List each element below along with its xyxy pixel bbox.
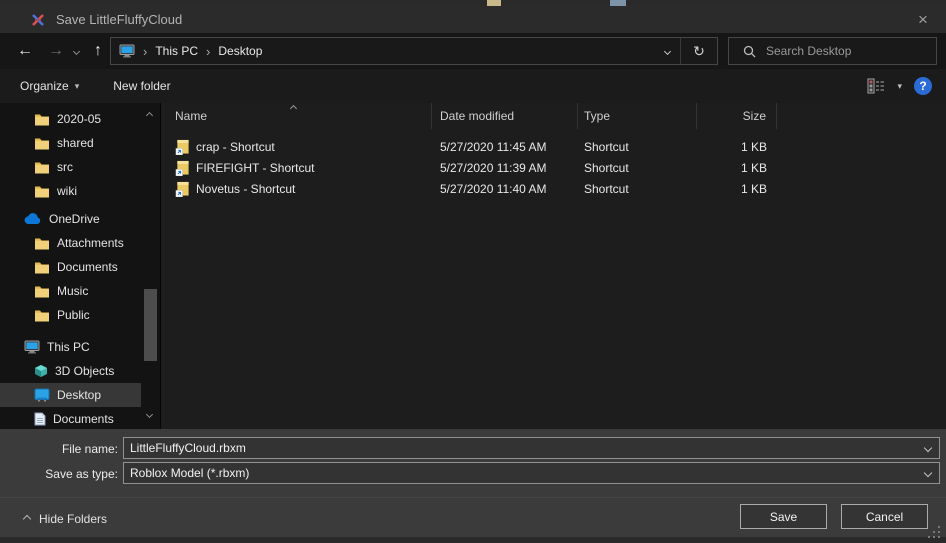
main-area: 2020-05 shared src wiki OneDrive Attachm… [0, 103, 946, 429]
organize-button[interactable]: Organize ▾ [20, 79, 79, 93]
cancel-button[interactable]: Cancel [841, 504, 928, 529]
search-box[interactable] [728, 37, 937, 65]
column-headers: Name Date modified Type Size [161, 103, 946, 129]
breadcrumb-separator: › [198, 44, 218, 59]
document-icon [34, 412, 46, 426]
cube-icon [34, 364, 48, 378]
cloud-icon [24, 213, 42, 225]
save-as-type-value: Roblox Model (*.rbxm) [124, 466, 917, 480]
sidebar-item-documents-onedrive[interactable]: Documents [0, 255, 141, 279]
search-icon [743, 45, 756, 58]
save-button[interactable]: Save [740, 504, 827, 529]
close-icon[interactable]: × [900, 6, 946, 33]
novetus-app-icon [30, 12, 46, 28]
history-chevron-icon[interactable] [68, 33, 84, 69]
column-header-type[interactable]: Type [578, 103, 697, 129]
file-name-field[interactable] [123, 437, 940, 459]
monitor-icon [24, 340, 40, 354]
folder-icon [34, 309, 50, 322]
views-chevron-icon[interactable]: ▾ [897, 81, 902, 92]
divider [0, 497, 946, 498]
navigation-bar: ← → ↑ › This PC › Desktop ↻ [0, 33, 946, 69]
refresh-icon[interactable]: ↻ [681, 38, 717, 64]
breadcrumb-this-pc[interactable]: This PC [155, 44, 198, 58]
file-name-label: File name: [0, 442, 118, 456]
sidebar-item-2020-05[interactable]: 2020-05 [0, 107, 141, 131]
column-header-name[interactable]: Name [161, 103, 432, 129]
shortcut-icon [175, 139, 190, 155]
sidebar-item-wiki[interactable]: wiki [0, 179, 141, 203]
scroll-up-icon[interactable] [146, 112, 153, 119]
address-bar[interactable]: › This PC › Desktop ↻ [110, 37, 718, 65]
folder-icon [34, 185, 50, 198]
sidebar-scrollbar[interactable] [144, 105, 158, 427]
folder-icon [34, 113, 50, 126]
shortcut-icon [175, 181, 190, 197]
search-input[interactable] [766, 44, 916, 58]
dialog-footer: File name: Save as type: Roblox Model (*… [0, 429, 946, 537]
hide-folders-button[interactable]: Hide Folders [24, 512, 107, 526]
sidebar-item-music[interactable]: Music [0, 279, 141, 303]
file-name-dropdown-icon[interactable] [917, 445, 939, 451]
column-header-size[interactable]: Size [697, 103, 777, 129]
up-icon[interactable]: ↑ [84, 33, 112, 69]
resize-grip[interactable] [928, 526, 940, 538]
folder-icon [34, 161, 50, 174]
dialog-titlebar: Save LittleFluffyCloud × [0, 6, 946, 33]
dialog-title: Save LittleFluffyCloud [56, 12, 182, 27]
forward-icon[interactable]: → [42, 33, 70, 69]
address-dropdown-icon[interactable] [654, 38, 680, 64]
save-as-type-select[interactable]: Roblox Model (*.rbxm) [123, 462, 940, 484]
shortcut-icon [175, 160, 190, 176]
file-row-novetus-shortcut[interactable]: Novetus - Shortcut 5/27/2020 11:40 AM Sh… [161, 178, 946, 199]
sidebar-item-onedrive[interactable]: OneDrive [0, 207, 141, 231]
breadcrumb-separator: › [135, 44, 155, 59]
help-icon[interactable]: ? [914, 77, 932, 95]
desktop-icon [34, 388, 50, 402]
breadcrumb-desktop[interactable]: Desktop [218, 44, 262, 58]
sort-ascending-icon [290, 105, 297, 112]
column-header-date-modified[interactable]: Date modified [432, 103, 578, 129]
sidebar-item-desktop[interactable]: Desktop [0, 383, 141, 407]
folder-icon [34, 285, 50, 298]
command-toolbar: Organize ▾ New folder ▾ ? [0, 69, 946, 103]
back-icon[interactable]: ← [10, 33, 40, 69]
folder-icon [34, 237, 50, 250]
file-list: Name Date modified Type Size crap - Shor… [160, 103, 946, 429]
this-pc-icon [119, 44, 135, 58]
file-row-crap-shortcut[interactable]: crap - Shortcut 5/27/2020 11:45 AM Short… [161, 136, 946, 157]
save-as-type-label: Save as type: [0, 467, 118, 481]
sidebar-item-shared[interactable]: shared [0, 131, 141, 155]
folder-icon [34, 261, 50, 274]
navigation-pane: 2020-05 shared src wiki OneDrive Attachm… [0, 103, 160, 429]
sidebar-item-attachments[interactable]: Attachments [0, 231, 141, 255]
sidebar-item-documents[interactable]: Documents [0, 407, 141, 431]
file-row-firefight-shortcut[interactable]: FIREFIGHT - Shortcut 5/27/2020 11:39 AM … [161, 157, 946, 178]
chevron-down-icon: ▾ [75, 81, 80, 92]
file-name-input[interactable] [124, 441, 917, 455]
scrollbar-thumb[interactable] [144, 289, 157, 361]
background-app-strip-bottom [0, 537, 946, 543]
sidebar-item-3d-objects[interactable]: 3D Objects [0, 359, 141, 383]
sidebar-item-this-pc[interactable]: This PC [0, 335, 141, 359]
folder-icon [34, 137, 50, 150]
views-icon[interactable] [867, 78, 885, 94]
chevron-up-icon [23, 515, 31, 523]
scroll-down-icon[interactable] [146, 411, 153, 418]
save-as-type-dropdown-icon[interactable] [917, 470, 939, 476]
sidebar-item-src[interactable]: src [0, 155, 141, 179]
new-folder-button[interactable]: New folder [113, 79, 170, 93]
sidebar-item-public[interactable]: Public [0, 303, 141, 327]
